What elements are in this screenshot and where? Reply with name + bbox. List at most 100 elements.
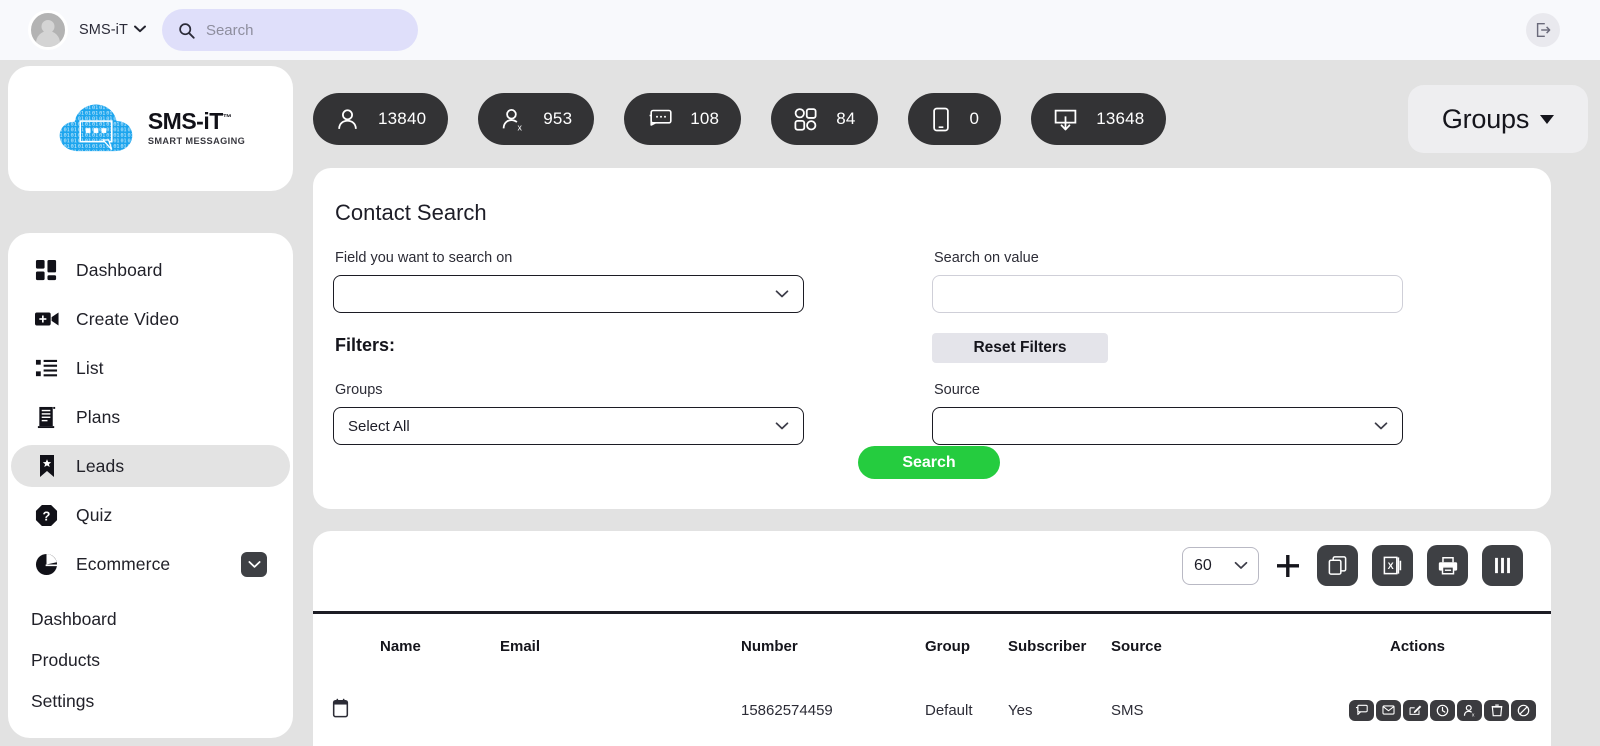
envelope-icon bbox=[1382, 704, 1395, 716]
table-divider bbox=[313, 611, 1551, 614]
search-submit-button[interactable]: Search bbox=[858, 446, 1000, 479]
row-edit-button[interactable] bbox=[1403, 700, 1428, 721]
source-filter-select[interactable] bbox=[932, 407, 1403, 445]
row-delete-button[interactable] bbox=[1484, 700, 1509, 721]
bookmark-star-icon bbox=[34, 454, 59, 479]
stat-value: 108 bbox=[690, 109, 719, 129]
row-email-button[interactable] bbox=[1376, 700, 1401, 721]
avatar[interactable] bbox=[28, 10, 68, 50]
add-contact-button[interactable] bbox=[1273, 551, 1303, 581]
groups-filter-value: Select All bbox=[348, 418, 410, 435]
user-remove-icon: x bbox=[500, 107, 525, 132]
stat-value: 84 bbox=[836, 109, 855, 129]
row-history-button[interactable] bbox=[1430, 700, 1455, 721]
cell-subscriber: Yes bbox=[1008, 702, 1111, 719]
search-field-select[interactable] bbox=[333, 275, 804, 313]
excel-export-button[interactable]: X bbox=[1372, 545, 1413, 586]
column-header-number[interactable]: Number bbox=[741, 638, 925, 655]
cell-group: Default bbox=[925, 702, 1008, 719]
table-row[interactable]: 15862574459 Default Yes SMS bbox=[313, 683, 1551, 737]
columns-icon bbox=[1492, 555, 1513, 576]
dashboard-grid-icon bbox=[34, 258, 59, 283]
page-size-select[interactable]: 60 bbox=[1182, 547, 1259, 585]
row-block-button[interactable] bbox=[1511, 700, 1536, 721]
groups-dropdown-label: Groups bbox=[1442, 104, 1529, 135]
search-value-input[interactable] bbox=[932, 275, 1403, 313]
caret-down-icon bbox=[1540, 115, 1554, 124]
search-input[interactable] bbox=[206, 22, 396, 39]
print-button[interactable] bbox=[1427, 545, 1468, 586]
sidebar-subitem-label: Dashboard bbox=[31, 609, 117, 630]
sidebar-item-label: Leads bbox=[76, 456, 124, 477]
column-header-source[interactable]: Source bbox=[1111, 638, 1349, 655]
groups-filter-label: Groups bbox=[335, 382, 932, 398]
stat-groups[interactable]: 84 bbox=[771, 93, 877, 145]
sidebar-item-list[interactable]: List bbox=[11, 347, 290, 389]
row-message-button[interactable] bbox=[1349, 700, 1374, 721]
sidebar-subitem-products[interactable]: Products bbox=[8, 640, 293, 681]
row-unsubscribe-button[interactable]: x bbox=[1457, 700, 1482, 721]
column-header-email[interactable]: Email bbox=[500, 638, 741, 655]
trash-icon bbox=[1491, 704, 1503, 717]
stats-row: 13840 x 953 108 84 bbox=[313, 92, 1588, 146]
print-icon bbox=[1437, 555, 1459, 576]
sidebar-item-label: Quiz bbox=[76, 505, 112, 526]
groups-filter-select[interactable]: Select All bbox=[333, 407, 804, 445]
excel-export-icon: X bbox=[1382, 555, 1403, 576]
stat-inbox[interactable]: 13648 bbox=[1031, 93, 1166, 145]
stat-value: 953 bbox=[543, 109, 572, 129]
value-label: Search on value bbox=[934, 250, 1531, 266]
brand-name: SMS-iT bbox=[79, 22, 128, 38]
stat-messages[interactable]: 108 bbox=[624, 93, 741, 145]
groups-blocks-icon bbox=[793, 107, 818, 132]
question-mark-icon: ? bbox=[34, 503, 59, 528]
contact-card-icon[interactable] bbox=[313, 698, 380, 722]
logo-card: 01 SMS-iT™ SMART MESSAGING bbox=[8, 66, 293, 191]
chevron-down-icon[interactable] bbox=[134, 24, 146, 36]
sidebar-subitem-settings[interactable]: Settings bbox=[8, 681, 293, 722]
sidebar-subitem-label: Settings bbox=[31, 691, 94, 712]
copy-icon bbox=[1327, 555, 1348, 576]
pie-chart-icon bbox=[34, 552, 59, 577]
global-search[interactable] bbox=[162, 9, 418, 51]
copy-button[interactable] bbox=[1317, 545, 1358, 586]
page-title: Contact Search bbox=[335, 200, 1531, 226]
contact-search-panel: Contact Search Field you want to search … bbox=[313, 168, 1551, 509]
sidebar-subitem-label: Products bbox=[31, 650, 100, 671]
edit-icon bbox=[1409, 704, 1422, 716]
column-header-subscriber[interactable]: Subscriber bbox=[1008, 638, 1111, 655]
groups-dropdown[interactable]: Groups bbox=[1408, 85, 1588, 153]
stat-unsubscribed[interactable]: x 953 bbox=[478, 93, 594, 145]
source-filter-label: Source bbox=[934, 382, 1531, 398]
sidebar-item-dashboard[interactable]: Dashboard bbox=[11, 249, 290, 291]
inbox-download-icon bbox=[1053, 107, 1078, 132]
sidebar-subitem-dashboard[interactable]: Dashboard bbox=[8, 599, 293, 640]
svg-text:?: ? bbox=[43, 508, 51, 523]
filters-label: Filters: bbox=[335, 335, 932, 356]
logout-button[interactable] bbox=[1526, 13, 1560, 47]
table-toolbar: 60 X bbox=[1182, 545, 1523, 586]
stat-contacts[interactable]: 13840 bbox=[313, 93, 448, 145]
columns-button[interactable] bbox=[1482, 545, 1523, 586]
user-icon bbox=[335, 107, 360, 132]
sidebar-item-label: Create Video bbox=[76, 309, 179, 330]
reset-filters-button[interactable]: Reset Filters bbox=[932, 333, 1108, 363]
cell-actions: x bbox=[1349, 700, 1551, 721]
column-header-name[interactable]: Name bbox=[380, 638, 500, 655]
svg-text:X: X bbox=[1388, 561, 1394, 571]
logout-icon bbox=[1534, 21, 1552, 39]
sidebar-item-ecommerce[interactable]: Ecommerce bbox=[11, 543, 290, 585]
sidebar-expand-ecommerce[interactable] bbox=[241, 552, 267, 577]
column-header-actions: Actions bbox=[1349, 638, 1551, 655]
sidebar-item-plans[interactable]: Plans bbox=[11, 396, 290, 438]
sidebar-item-create-video[interactable]: Create Video bbox=[11, 298, 290, 340]
source-filter-column: Source bbox=[932, 382, 1531, 445]
trademark-symbol: ™ bbox=[223, 113, 232, 123]
chat-bubble-icon bbox=[646, 107, 672, 132]
sidebar-item-leads[interactable]: Leads bbox=[11, 445, 290, 487]
table-header-row: Name Email Number Group Subscriber Sourc… bbox=[313, 627, 1551, 665]
top-bar: SMS-iT bbox=[0, 0, 1600, 60]
stat-mobile[interactable]: 0 bbox=[908, 93, 1002, 145]
sidebar-item-quiz[interactable]: ? Quiz bbox=[11, 494, 290, 536]
column-header-group[interactable]: Group bbox=[925, 638, 1008, 655]
